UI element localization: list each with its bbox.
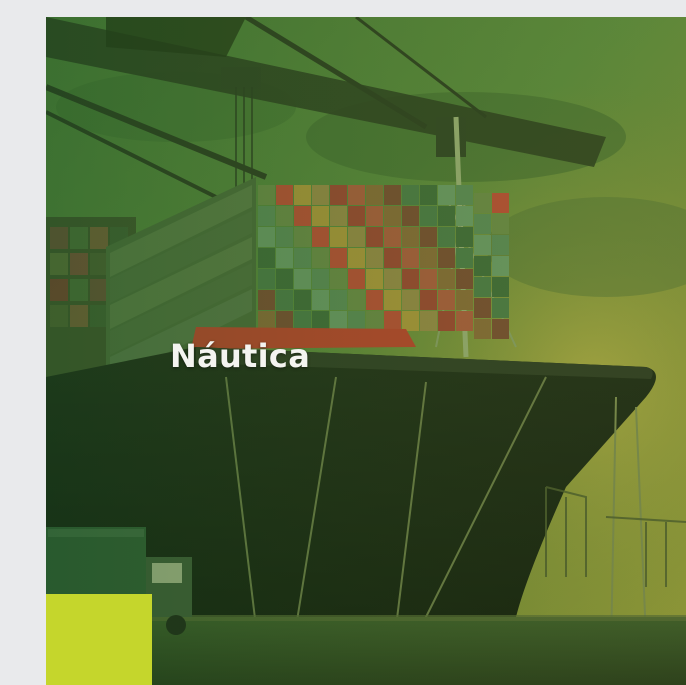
page: Náutica [0,0,686,685]
card-title: Náutica [170,337,311,375]
category-card-nautica[interactable]: Náutica [46,17,686,685]
accent-block [46,594,152,685]
container-ship-image [46,17,686,685]
